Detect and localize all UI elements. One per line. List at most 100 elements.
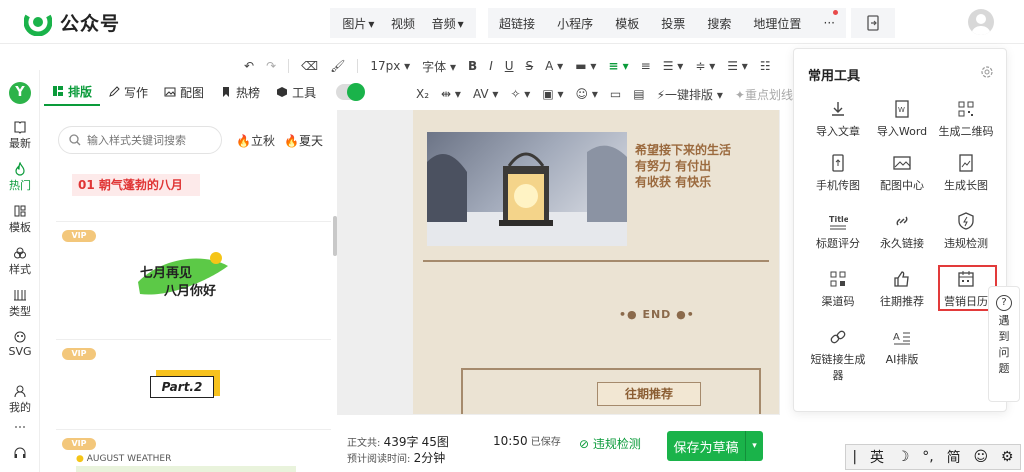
style-card[interactable]: VIP ● AUGUST WEATHER bbox=[56, 430, 331, 472]
align-center-icon[interactable]: ≡ bbox=[641, 59, 651, 73]
tool-qrcode[interactable]: 生成二维码 bbox=[934, 99, 998, 139]
nav-item-more[interactable] bbox=[0, 422, 40, 437]
italic-icon[interactable]: I bbox=[489, 59, 493, 73]
user-avatar-icon bbox=[971, 14, 991, 35]
tool-violation-check[interactable]: 违规检测 bbox=[934, 211, 998, 251]
one-click-layout-button[interactable]: ⚡一键排版 ▾ bbox=[657, 86, 723, 103]
char-spacing-icon[interactable]: AV ▾ bbox=[473, 87, 499, 101]
ime-toolbar: | 英 ☽ °, 简 ☺ ⚙ bbox=[845, 444, 1021, 470]
emoji-icon[interactable]: ☺ ▾ bbox=[576, 87, 598, 101]
plugin-logo-icon[interactable]: Y bbox=[9, 82, 31, 104]
insert-miniprogram-button[interactable]: 小程序 bbox=[557, 15, 593, 32]
smiley-icon[interactable]: ☺ bbox=[973, 449, 988, 465]
logo[interactable]: 公众号 bbox=[24, 8, 120, 36]
settings-gear-icon[interactable]: ⚙ bbox=[1001, 449, 1014, 465]
strikethrough-icon[interactable]: S bbox=[526, 59, 534, 73]
tab-layout[interactable]: 排版 bbox=[44, 78, 101, 106]
format-painter-icon[interactable]: 🖌 bbox=[330, 59, 345, 73]
chevron-down-icon[interactable]: ▾ bbox=[745, 431, 763, 461]
style-search-box[interactable] bbox=[58, 126, 222, 154]
ime-drag-handle[interactable]: | bbox=[852, 449, 857, 465]
gear-icon[interactable] bbox=[980, 65, 994, 79]
ime-simplified-toggle[interactable]: 简 bbox=[947, 447, 961, 467]
style-card[interactable]: VIP 七月再见 八月你好 bbox=[56, 222, 331, 340]
insert-image-menu[interactable]: 图片 ▾ bbox=[342, 15, 374, 32]
nav-item-hot[interactable]: 热门 bbox=[0, 162, 40, 193]
image-insert-icon[interactable]: ▣ ▾ bbox=[542, 87, 563, 101]
subscript-icon[interactable]: X₂ bbox=[416, 87, 429, 101]
svg-icon bbox=[14, 331, 26, 343]
search-input[interactable] bbox=[87, 133, 217, 147]
punctuation-icon[interactable]: °, bbox=[922, 449, 933, 465]
vip-badge: VIP bbox=[62, 230, 96, 242]
tool-title-score[interactable]: Title 标题评分 bbox=[806, 211, 870, 251]
html-icon[interactable]: ▭ bbox=[610, 87, 621, 101]
paragraph-spacing-icon[interactable]: ☰ ▾ bbox=[727, 59, 748, 73]
style-card[interactable]: VIP Part.2 bbox=[56, 340, 331, 430]
search-icon bbox=[69, 134, 81, 146]
tool-image-center[interactable]: 配图中心 bbox=[870, 153, 934, 193]
line-height-icon[interactable]: ≑ ▾ bbox=[695, 59, 715, 73]
magic-wand-icon[interactable]: ✧ ▾ bbox=[510, 87, 530, 101]
tool-import-word[interactable]: W 导入Word bbox=[870, 99, 934, 139]
style-card[interactable]: 01 朝气蓬勃的八月 bbox=[56, 168, 331, 222]
undo-button[interactable]: ↶ bbox=[244, 59, 254, 73]
nav-item-type[interactable]: 类型 bbox=[0, 288, 40, 319]
tool-channel-code[interactable]: 渠道码 bbox=[806, 269, 870, 309]
tool-long-image[interactable]: 生成长图 bbox=[934, 153, 998, 193]
highlight-color-icon[interactable]: ▬ ▾ bbox=[575, 59, 596, 73]
font-family-select[interactable]: 字体 ▾ bbox=[422, 58, 456, 75]
avatar[interactable] bbox=[968, 9, 994, 35]
tab-image[interactable]: 配图 bbox=[156, 78, 212, 106]
ime-language-toggle[interactable]: 英 bbox=[870, 447, 884, 467]
preview-button[interactable] bbox=[851, 8, 895, 38]
insert-vote-button[interactable]: 投票 bbox=[661, 15, 685, 32]
redo-button[interactable]: ↷ bbox=[266, 59, 276, 73]
briefcase-icon[interactable]: ▤ bbox=[633, 87, 644, 101]
list-icon[interactable]: ☷ bbox=[760, 59, 771, 73]
tool-ai-layout[interactable]: A AI排版 bbox=[870, 327, 934, 367]
qrcode-icon bbox=[958, 101, 974, 117]
nav-item-mine[interactable]: 我的 bbox=[0, 384, 40, 415]
tool-short-link[interactable]: 短链接生成器 bbox=[806, 327, 870, 383]
insert-audio-menu[interactable]: 音频 ▾ bbox=[432, 15, 464, 32]
insert-location-button[interactable]: 地理位置 bbox=[753, 15, 801, 32]
article-preview[interactable]: 希望接下来的生活 有努力 有付出 有收获 有快乐 •● END ●• 往期推荐 bbox=[413, 110, 779, 414]
align-left-icon[interactable]: ≡ ▾ bbox=[608, 59, 628, 73]
word-icon: W bbox=[895, 100, 909, 118]
eraser-icon[interactable]: ⌫ bbox=[301, 59, 318, 73]
save-draft-button[interactable]: 保存为草稿 ▾ bbox=[667, 431, 763, 461]
font-size-select[interactable]: 17px ▾ bbox=[370, 59, 410, 73]
moon-icon[interactable]: ☽ bbox=[897, 449, 910, 465]
indent-icon[interactable]: ☰ ▾ bbox=[663, 59, 684, 73]
divider-line bbox=[423, 260, 769, 262]
bold-icon[interactable]: B bbox=[468, 59, 477, 73]
tool-phone-upload[interactable]: 手机传图 bbox=[806, 153, 870, 193]
more-button[interactable]: ··· bbox=[824, 16, 835, 30]
nav-item-template[interactable]: 模板 bbox=[0, 204, 40, 235]
underline-icon[interactable]: U bbox=[505, 59, 514, 73]
nav-item-style[interactable]: 样式 bbox=[0, 246, 40, 277]
notification-dot bbox=[833, 10, 838, 15]
tool-past-recommend[interactable]: 往期推荐 bbox=[870, 269, 934, 309]
help-widget[interactable]: ? 遇 到 问 题 bbox=[988, 286, 1020, 402]
insert-search-button[interactable]: 搜索 bbox=[707, 15, 731, 32]
tab-write[interactable]: 写作 bbox=[100, 78, 156, 106]
title-icon: Title bbox=[829, 215, 848, 230]
hot-tag-liqiu[interactable]: 🔥立秋 bbox=[236, 132, 275, 149]
violation-check-link[interactable]: ⊘ 违规检测 bbox=[579, 435, 641, 452]
nav-item-svg[interactable]: SVG bbox=[0, 330, 40, 358]
insert-template-button[interactable]: 模板 bbox=[615, 15, 639, 32]
insert-video-button[interactable]: 视频 bbox=[391, 15, 415, 32]
insert-hyperlink-button[interactable]: 超链接 bbox=[499, 15, 535, 32]
picture-icon bbox=[164, 87, 176, 97]
svg-text:Title: Title bbox=[829, 215, 848, 224]
image-icon bbox=[893, 156, 911, 170]
nav-item-support[interactable] bbox=[0, 446, 40, 461]
letter-spacing-icon[interactable]: ⇹ ▾ bbox=[441, 87, 461, 101]
font-color-icon[interactable]: A ▾ bbox=[545, 59, 563, 73]
tool-permanent-link[interactable]: 永久链接 bbox=[870, 211, 934, 251]
tool-import-article[interactable]: 导入文章 bbox=[806, 99, 870, 139]
hot-tag-summer[interactable]: 🔥夏天 bbox=[284, 132, 323, 149]
nav-item-latest[interactable]: 最新 bbox=[0, 120, 40, 151]
